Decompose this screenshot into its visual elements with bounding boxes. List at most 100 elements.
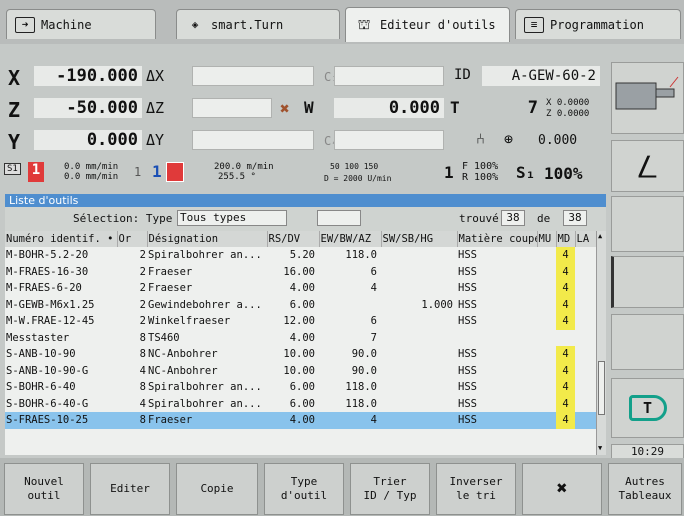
new-tool-button[interactable]: Nouvel outil — [4, 463, 84, 515]
cell-mu — [537, 346, 556, 363]
cell-mu — [537, 412, 556, 429]
tab-tool-editor[interactable]: ⛫ Editeur d'outils — [345, 7, 510, 42]
cell-md: 4 — [556, 296, 575, 313]
cell-mu — [537, 280, 556, 297]
cell-md: 4 — [556, 313, 575, 330]
found-count: 38 — [501, 210, 525, 226]
selection-filter-field[interactable] — [317, 210, 361, 226]
cell-mat: HSS — [458, 381, 477, 394]
table-row[interactable]: S-BOHR-6-40-G 4 Spiralbohrer an... 6.00 118.… — [5, 395, 596, 413]
cell-ew: 118.0 — [345, 249, 377, 262]
col-header-designation[interactable]: Désignation — [147, 231, 268, 247]
t-tool-icon: T — [628, 395, 667, 421]
tool-type-button[interactable]: Type d'outil — [264, 463, 344, 515]
table-row[interactable]: M-GEWB-M6x1.25 2 Gewindebohrer a... 6.00 1.0… — [5, 296, 596, 313]
cell-md: 4 — [556, 379, 575, 396]
right-softkey-5[interactable] — [611, 314, 684, 370]
tab-machine[interactable]: ➜ Machine — [6, 9, 156, 39]
tool-stick-icon: ⎳ — [637, 153, 658, 179]
cell-sw — [381, 264, 457, 281]
feed-override-red-badge: 1 — [28, 162, 44, 182]
axis-y-label: Y — [8, 130, 21, 154]
col-header-orientation[interactable]: Or — [117, 231, 148, 247]
cell-md: 4 — [556, 346, 575, 363]
cell-ew: 90.0 — [351, 348, 377, 361]
cell-mat: HSS — [457, 412, 537, 429]
table-scrollbar[interactable]: ▲ ▼ — [596, 231, 606, 455]
feed-status-row: S1 1 0.0 mm/min 0.0 mm/min 1 1 200.0 m/m… — [4, 161, 604, 188]
table-row[interactable]: S-BOHR-6-40 8 Spiralbohrer an... 6.00 118.0 H… — [5, 379, 596, 396]
other-tables-button[interactable]: Autres Tableaux — [608, 463, 682, 515]
table-row[interactable]: S-ANB-10-90-G 4 NC-Anbohrer 10.00 90.0 HSS 4 — [5, 362, 596, 380]
table-header-row: Numéro identif. • Or Désignation RS/DV E… — [5, 231, 596, 247]
cell-id: S-FRAES-10-25 — [5, 412, 117, 429]
table-row[interactable]: M-W.FRAE-12-45 2 Winkelfraeser 12.00 6 HSS 4 — [5, 313, 596, 330]
delta-z-field — [192, 98, 272, 118]
reverse-sort-button[interactable]: Inverser le tri — [436, 463, 516, 515]
table-row[interactable]: Messtaster 8 TS460 4.00 7 — [5, 330, 596, 347]
table-row[interactable]: M-FRAES-16-30 2 Fraeser 16.00 6 HSS 4 — [5, 263, 596, 281]
cell-rs: 10.00 — [283, 364, 315, 377]
right-softkey-3[interactable] — [611, 196, 684, 252]
col-header-md[interactable]: MD — [556, 231, 576, 247]
cell-rs: 6.00 — [289, 381, 315, 394]
edit-button[interactable]: Editer — [90, 463, 170, 515]
sort-button[interactable]: Trier ID / Typ — [350, 463, 430, 515]
tool-preview-key[interactable] — [611, 62, 684, 134]
cell-sw — [381, 396, 457, 413]
feed-rate-2: 0.0 mm/min — [64, 172, 119, 182]
table-row[interactable]: S-ANB-10-90 8 NC-Anbohrer 10.00 90.0 HSS 4 — [5, 346, 596, 363]
total-count: 38 — [563, 210, 587, 226]
found-label: trouvé — [459, 212, 499, 225]
cell-id: S-ANB-10-90-G — [6, 364, 89, 377]
tab-programming[interactable]: ≡ Programmation — [515, 9, 681, 39]
mode-tab-bar: ➜ Machine ◈ smart.Turn ⛫ Editeur d'outil… — [0, 0, 684, 44]
col-header-rs-dv[interactable]: RS/DV — [267, 231, 320, 247]
tool-tab-key[interactable]: ⎳ — [611, 140, 684, 192]
blocked-axis-icon: ✖ — [280, 99, 290, 118]
tab-smart-turn-label: smart.Turn — [211, 17, 284, 32]
cell-sw — [381, 363, 457, 380]
rapid-override-percent: R 100% — [462, 172, 499, 183]
cell-des: Spiralbohrer an... — [148, 249, 262, 262]
tool-table: Numéro identif. • Or Désignation RS/DV E… — [5, 231, 596, 455]
scroll-down-icon[interactable]: ▼ — [598, 445, 605, 452]
axis-y-value: 0.000 — [34, 130, 142, 150]
col-header-la[interactable]: LA — [575, 231, 596, 247]
scroll-thumb[interactable] — [598, 361, 605, 415]
tool-holder-graphic-icon — [615, 76, 679, 110]
col-header-mu[interactable]: MU — [537, 231, 557, 247]
tool-t-label: T — [450, 98, 460, 117]
copy-button[interactable]: Copie — [176, 463, 258, 515]
cell-md: 4 — [556, 395, 575, 412]
cell-des: Fraeser — [148, 265, 193, 278]
tab-smart-turn[interactable]: ◈ smart.Turn — [176, 9, 340, 39]
axis-z-value: -50.000 — [34, 98, 142, 118]
cell-sw — [381, 379, 457, 396]
axis-row-y: Y 0.000 ΔY C₄ ⑃ ⊕ 0.000 — [4, 130, 604, 154]
cell-or: 8 — [139, 331, 146, 344]
col-header-id[interactable]: Numéro identif. • — [5, 231, 118, 247]
tool-editor-key[interactable]: T — [611, 378, 684, 438]
table-row[interactable]: S-FRAES-10-25 8 Fraeser 4.00 4 HSS 4 — [5, 412, 596, 429]
delta-y-label: ΔY — [146, 131, 165, 149]
col-header-ew-bw-az[interactable]: EW/BW/AZ — [319, 231, 382, 247]
col-header-sw-sb-hg[interactable]: SW/SB/HG — [381, 231, 458, 247]
right-softkey-4[interactable] — [611, 256, 684, 308]
table-row[interactable]: M-BOHR-5.2-20 2 Spiralbohrer an... 5.20 118.… — [5, 247, 596, 264]
scroll-up-icon[interactable]: ▲ — [598, 233, 605, 240]
cell-md — [556, 330, 575, 347]
col-header-material[interactable]: Matière coupe — [457, 231, 538, 247]
delete-tool-button[interactable]: ✖ — [522, 463, 602, 515]
cell-or: 2 — [139, 315, 146, 328]
cell-id: M-GEWB-M6x1.25 — [6, 298, 95, 311]
table-row[interactable]: M-FRAES-6-20 2 Fraeser 4.00 4 HSS 4 — [5, 280, 596, 297]
spindle-override-red-badge — [166, 162, 184, 182]
selection-type-dropdown[interactable]: Tous types — [177, 210, 287, 226]
axis-x-label: X — [8, 66, 21, 90]
selection-row: Sélection: Type Tous types trouvé 38 de … — [5, 207, 606, 231]
cell-id: M-W.FRAE-12-45 — [6, 315, 95, 328]
cell-or: 4 — [139, 397, 146, 410]
cell-or: 4 — [139, 364, 146, 377]
program-icon: ≡ — [524, 16, 544, 33]
